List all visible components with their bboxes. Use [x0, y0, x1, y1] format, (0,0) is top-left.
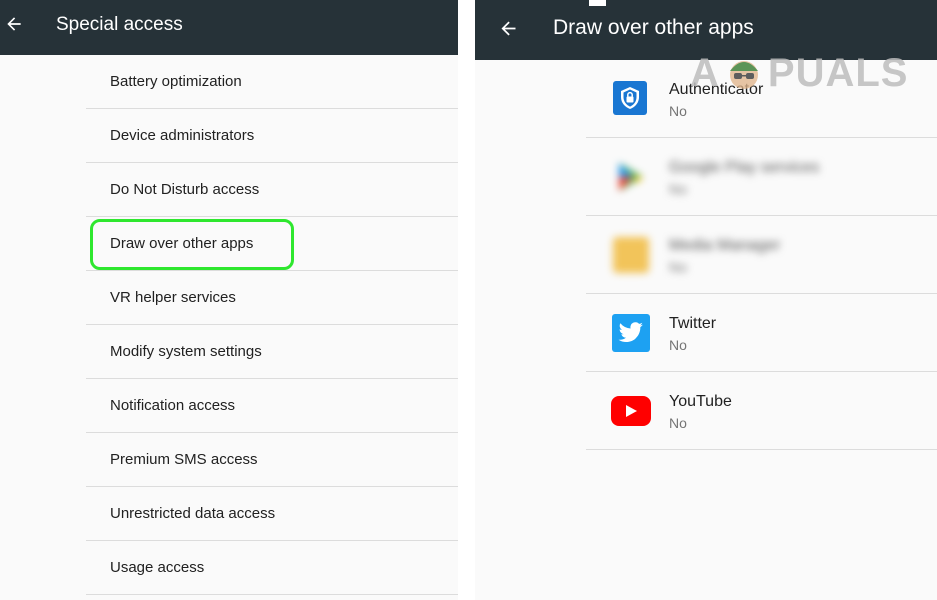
- youtube-icon: [611, 396, 651, 426]
- app-list: Authenticator No Google Play services No…: [586, 60, 937, 450]
- list-item-device-administrators[interactable]: Device administrators: [86, 109, 458, 163]
- app-name: YouTube: [669, 393, 732, 410]
- special-access-toolbar: Special access: [0, 0, 458, 55]
- app-row-twitter[interactable]: Twitter No: [586, 294, 937, 372]
- twitter-icon: [612, 314, 650, 352]
- top-marker: [589, 0, 606, 6]
- list-item-do-not-disturb-access[interactable]: Do Not Disturb access: [86, 163, 458, 217]
- list-item-modify-system-settings[interactable]: Modify system settings: [86, 325, 458, 379]
- list-item-battery-optimization[interactable]: Battery optimization: [86, 55, 458, 109]
- arrow-left-icon: [501, 21, 515, 35]
- app-name: Google Play services: [669, 159, 820, 176]
- app-status: No: [669, 415, 687, 431]
- google-play-services-icon: [613, 159, 649, 195]
- special-access-list: Battery optimization Device administrato…: [86, 55, 458, 595]
- app-row-media-manager[interactable]: Media Manager No: [586, 216, 937, 294]
- app-status: No: [669, 337, 687, 353]
- list-item-label: Modify system settings: [110, 343, 262, 360]
- list-item-label: Notification access: [110, 397, 236, 414]
- app-name: Media Manager: [669, 237, 781, 254]
- page-title: Special access: [56, 14, 183, 35]
- list-item-vr-helper-services[interactable]: VR helper services: [86, 271, 458, 325]
- list-item-label: Premium SMS access: [110, 451, 258, 468]
- list-item-draw-over-other-apps[interactable]: Draw over other apps: [86, 217, 458, 271]
- back-button[interactable]: [0, 10, 28, 38]
- list-item-usage-access[interactable]: Usage access: [86, 541, 458, 595]
- app-status: No: [669, 259, 687, 275]
- list-item-unrestricted-data-access[interactable]: Unrestricted data access: [86, 487, 458, 541]
- list-item-label: VR helper services: [110, 289, 236, 306]
- app-row-google-play-services[interactable]: Google Play services No: [586, 138, 937, 216]
- panel-divider: [458, 0, 475, 600]
- list-item-label: Do Not Disturb access: [110, 181, 260, 198]
- list-item-label: Usage access: [110, 559, 205, 576]
- draw-over-apps-toolbar: Draw over other apps: [475, 0, 937, 60]
- folder-icon: [613, 237, 649, 273]
- list-item-premium-sms-access[interactable]: Premium SMS access: [86, 433, 458, 487]
- app-row-youtube[interactable]: YouTube No: [586, 372, 937, 450]
- draw-over-apps-screen: Draw over other apps Authenticator No Go…: [475, 0, 937, 600]
- app-status: No: [669, 103, 687, 119]
- list-item-notification-access[interactable]: Notification access: [86, 379, 458, 433]
- list-item-label: Unrestricted data access: [110, 505, 276, 522]
- app-name: Authenticator: [669, 81, 764, 98]
- authenticator-icon: [613, 81, 647, 115]
- list-item-label: Draw over other apps: [110, 235, 254, 252]
- special-access-screen: Special access Battery optimization Devi…: [0, 0, 458, 600]
- app-row-authenticator[interactable]: Authenticator No: [586, 60, 937, 138]
- list-item-label: Device administrators: [110, 127, 255, 144]
- app-status: No: [669, 181, 687, 197]
- list-item-label: Battery optimization: [110, 73, 242, 90]
- arrow-left-icon: [7, 17, 21, 31]
- back-button[interactable]: [494, 14, 522, 42]
- app-name: Twitter: [669, 315, 717, 332]
- page-title: Draw over other apps: [553, 16, 754, 39]
